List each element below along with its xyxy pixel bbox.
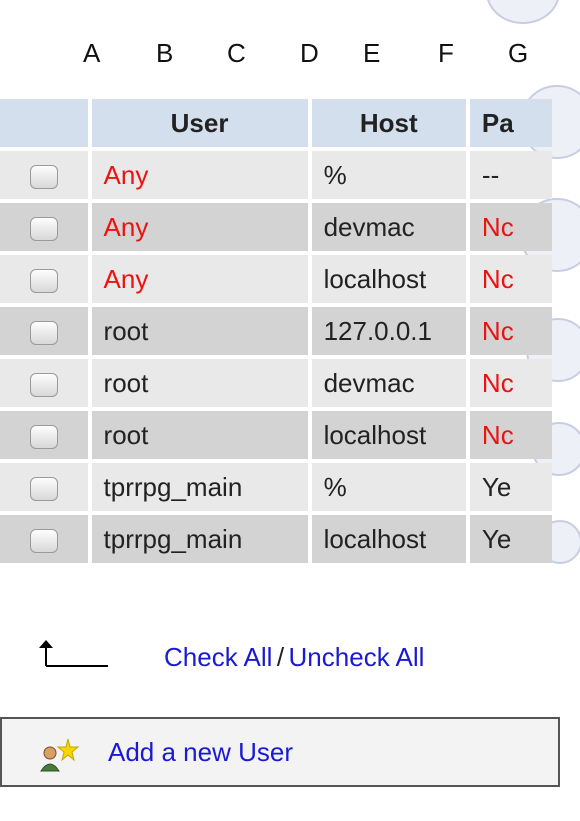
password-cell: Nc <box>469 255 552 303</box>
row-checkbox-cell <box>0 463 88 511</box>
row-checkbox-cell <box>0 203 88 251</box>
column-letter: C <box>227 38 246 68</box>
user-cell: root <box>91 359 308 407</box>
host-cell: devmac <box>311 359 466 407</box>
user-cell: Any <box>91 203 308 251</box>
password-cell: Nc <box>469 307 552 355</box>
decorative-circle <box>486 0 560 24</box>
row-checkbox[interactable] <box>29 268 58 293</box>
row-checkbox-cell <box>0 411 88 459</box>
header-user[interactable]: User <box>91 99 308 147</box>
separator: / <box>276 642 285 672</box>
row-checkbox-cell <box>0 359 88 407</box>
user-cell: root <box>91 411 308 459</box>
row-checkbox[interactable] <box>29 372 58 397</box>
table-row: tprrpg_main localhost Ye <box>0 515 552 563</box>
host-cell: % <box>311 463 466 511</box>
table-row: root devmac Nc <box>0 359 552 407</box>
user-cell: tprrpg_main <box>91 463 308 511</box>
table-row: Any% -- <box>0 151 552 199</box>
row-checkbox[interactable] <box>29 320 58 345</box>
user-cell: Any <box>91 255 308 303</box>
row-checkbox[interactable] <box>29 424 58 449</box>
row-checkbox-cell <box>0 515 88 563</box>
user-cell: tprrpg_main <box>91 515 308 563</box>
column-letter: D <box>300 38 319 68</box>
row-checkbox[interactable] <box>29 476 58 501</box>
add-user-panel: Add a new User <box>0 717 560 787</box>
check-all-link[interactable]: Check All <box>164 642 272 672</box>
users-table: User Host Pa Any% -- Any devmac Nc Any localho… <box>0 95 556 567</box>
row-checkbox-cell <box>0 255 88 303</box>
row-checkbox[interactable] <box>29 528 58 553</box>
column-letter: F <box>438 38 454 68</box>
row-checkbox-cell <box>0 307 88 355</box>
password-cell: Nc <box>469 411 552 459</box>
column-letter: A <box>83 38 101 68</box>
check-all-row: Check All / Uncheck All <box>0 638 560 688</box>
table-row: root 127.0.0.1 Nc <box>0 307 552 355</box>
host-cell: devmac <box>311 203 466 251</box>
row-checkbox[interactable] <box>29 216 58 241</box>
host-cell: localhost <box>311 411 466 459</box>
header-checkbox-col <box>0 99 88 147</box>
password-cell: Ye <box>469 515 552 563</box>
password-cell: Nc <box>469 203 552 251</box>
host-cell: 127.0.0.1 <box>311 307 466 355</box>
arrow-up-icon <box>39 640 108 667</box>
password-cell: Nc <box>469 359 552 407</box>
column-letter: E <box>363 38 381 68</box>
password-cell: Ye <box>469 463 552 511</box>
column-letters: A B C D E F G <box>0 30 560 80</box>
add-user-icon <box>40 738 80 772</box>
password-cell: -- <box>469 151 552 199</box>
host-cell: % <box>311 151 466 199</box>
header-password[interactable]: Pa <box>469 99 552 147</box>
uncheck-all-link[interactable]: Uncheck All <box>289 642 425 672</box>
row-checkbox[interactable] <box>29 164 58 189</box>
user-cell: Any <box>91 151 308 199</box>
row-checkbox-cell <box>0 151 88 199</box>
user-cell: root <box>91 307 308 355</box>
table-row: Any localhost Nc <box>0 255 552 303</box>
table-row: root localhost Nc <box>0 411 552 459</box>
add-new-user-link[interactable]: Add a new User <box>108 737 293 768</box>
header-host[interactable]: Host <box>311 99 466 147</box>
host-cell: localhost <box>311 515 466 563</box>
column-letter: B <box>156 38 174 68</box>
column-letter: G <box>508 38 529 68</box>
table-row: tprrpg_main% Ye <box>0 463 552 511</box>
table-row: Any devmac Nc <box>0 203 552 251</box>
host-cell: localhost <box>311 255 466 303</box>
